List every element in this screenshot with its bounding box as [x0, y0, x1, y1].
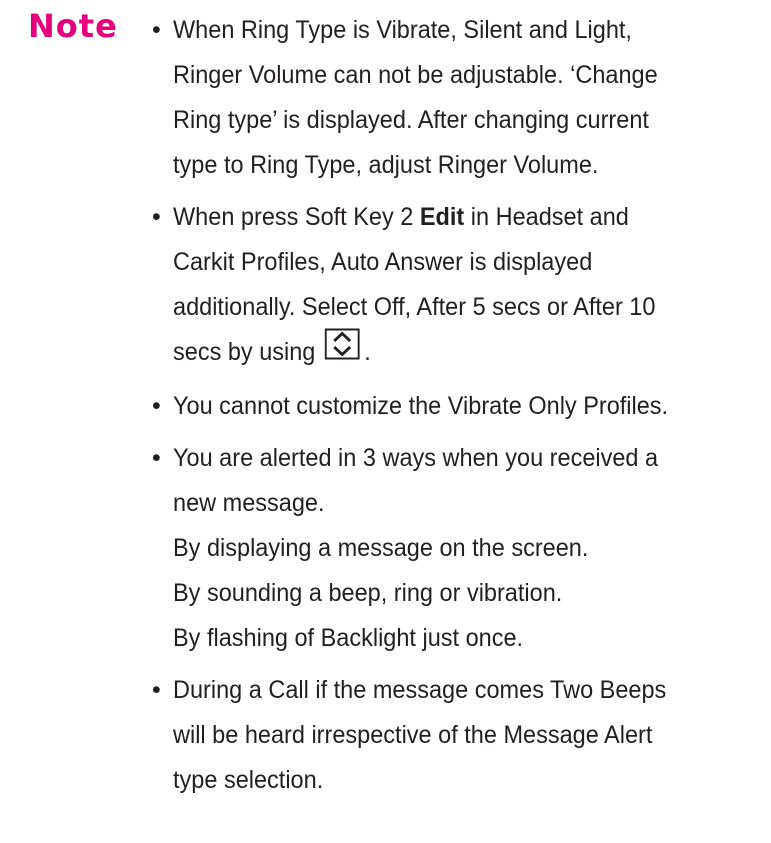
line-suffix: .: [364, 338, 371, 367]
bullet: •: [152, 16, 161, 44]
note-item-auto-answer: • When press Soft Key 2 Edit in Headset …: [152, 195, 763, 377]
note-line: secs by using.: [173, 328, 728, 377]
note-line: will be heard irrespective of the Messag…: [173, 721, 653, 749]
note-item-two-beeps: • During a Call if the message comes Two…: [152, 668, 763, 803]
edit-soft-key-label: Edit: [419, 203, 465, 231]
bullet: •: [152, 203, 161, 231]
note-line: new message.: [173, 489, 325, 517]
note-item-vibrate-only: • You cannot customize the Vibrate Only …: [152, 384, 763, 429]
bullet: •: [152, 392, 161, 420]
bullet: •: [152, 444, 161, 472]
note-line: During a Call if the message comes Two B…: [173, 676, 667, 704]
note-line: By sounding a beep, ring or vibration.: [173, 579, 563, 607]
note-label: Note: [28, 7, 118, 45]
note-line: Ring type’ is displayed. After changing …: [173, 106, 649, 134]
note-line: type to Ring Type, adjust Ringer Volume.: [173, 151, 599, 179]
note-list: • When Ring Type is Vibrate, Silent and …: [152, 8, 763, 810]
line-prefix: When press Soft Key 2: [173, 203, 420, 231]
note-line: You cannot customize the Vibrate Only Pr…: [173, 392, 669, 420]
note-line: When Ring Type is Vibrate, Silent and Li…: [173, 16, 632, 44]
line-suffix: in Headset and: [464, 203, 629, 231]
note-line: Ringer Volume can not be adjustable. ‘Ch…: [173, 61, 658, 89]
note-line: additionally. Select Off, After 5 secs o…: [173, 293, 656, 321]
note-item-ring-type: • When Ring Type is Vibrate, Silent and …: [152, 8, 763, 188]
line-prefix: secs by using: [173, 338, 316, 367]
bullet: •: [152, 676, 161, 704]
note-item-message-alert: • You are alerted in 3 ways when you rec…: [152, 436, 763, 661]
note-line: When press Soft Key 2 Edit in Headset an…: [173, 195, 728, 240]
note-line: By displaying a message on the screen.: [173, 534, 589, 562]
note-line: You are alerted in 3 ways when you recei…: [173, 444, 659, 472]
note-line: Carkit Profiles, Auto Answer is displaye…: [173, 248, 593, 276]
note-line: type selection.: [173, 766, 324, 794]
note-line: By flashing of Backlight just once.: [173, 624, 524, 652]
up-down-navigation-key-icon: [325, 328, 361, 375]
